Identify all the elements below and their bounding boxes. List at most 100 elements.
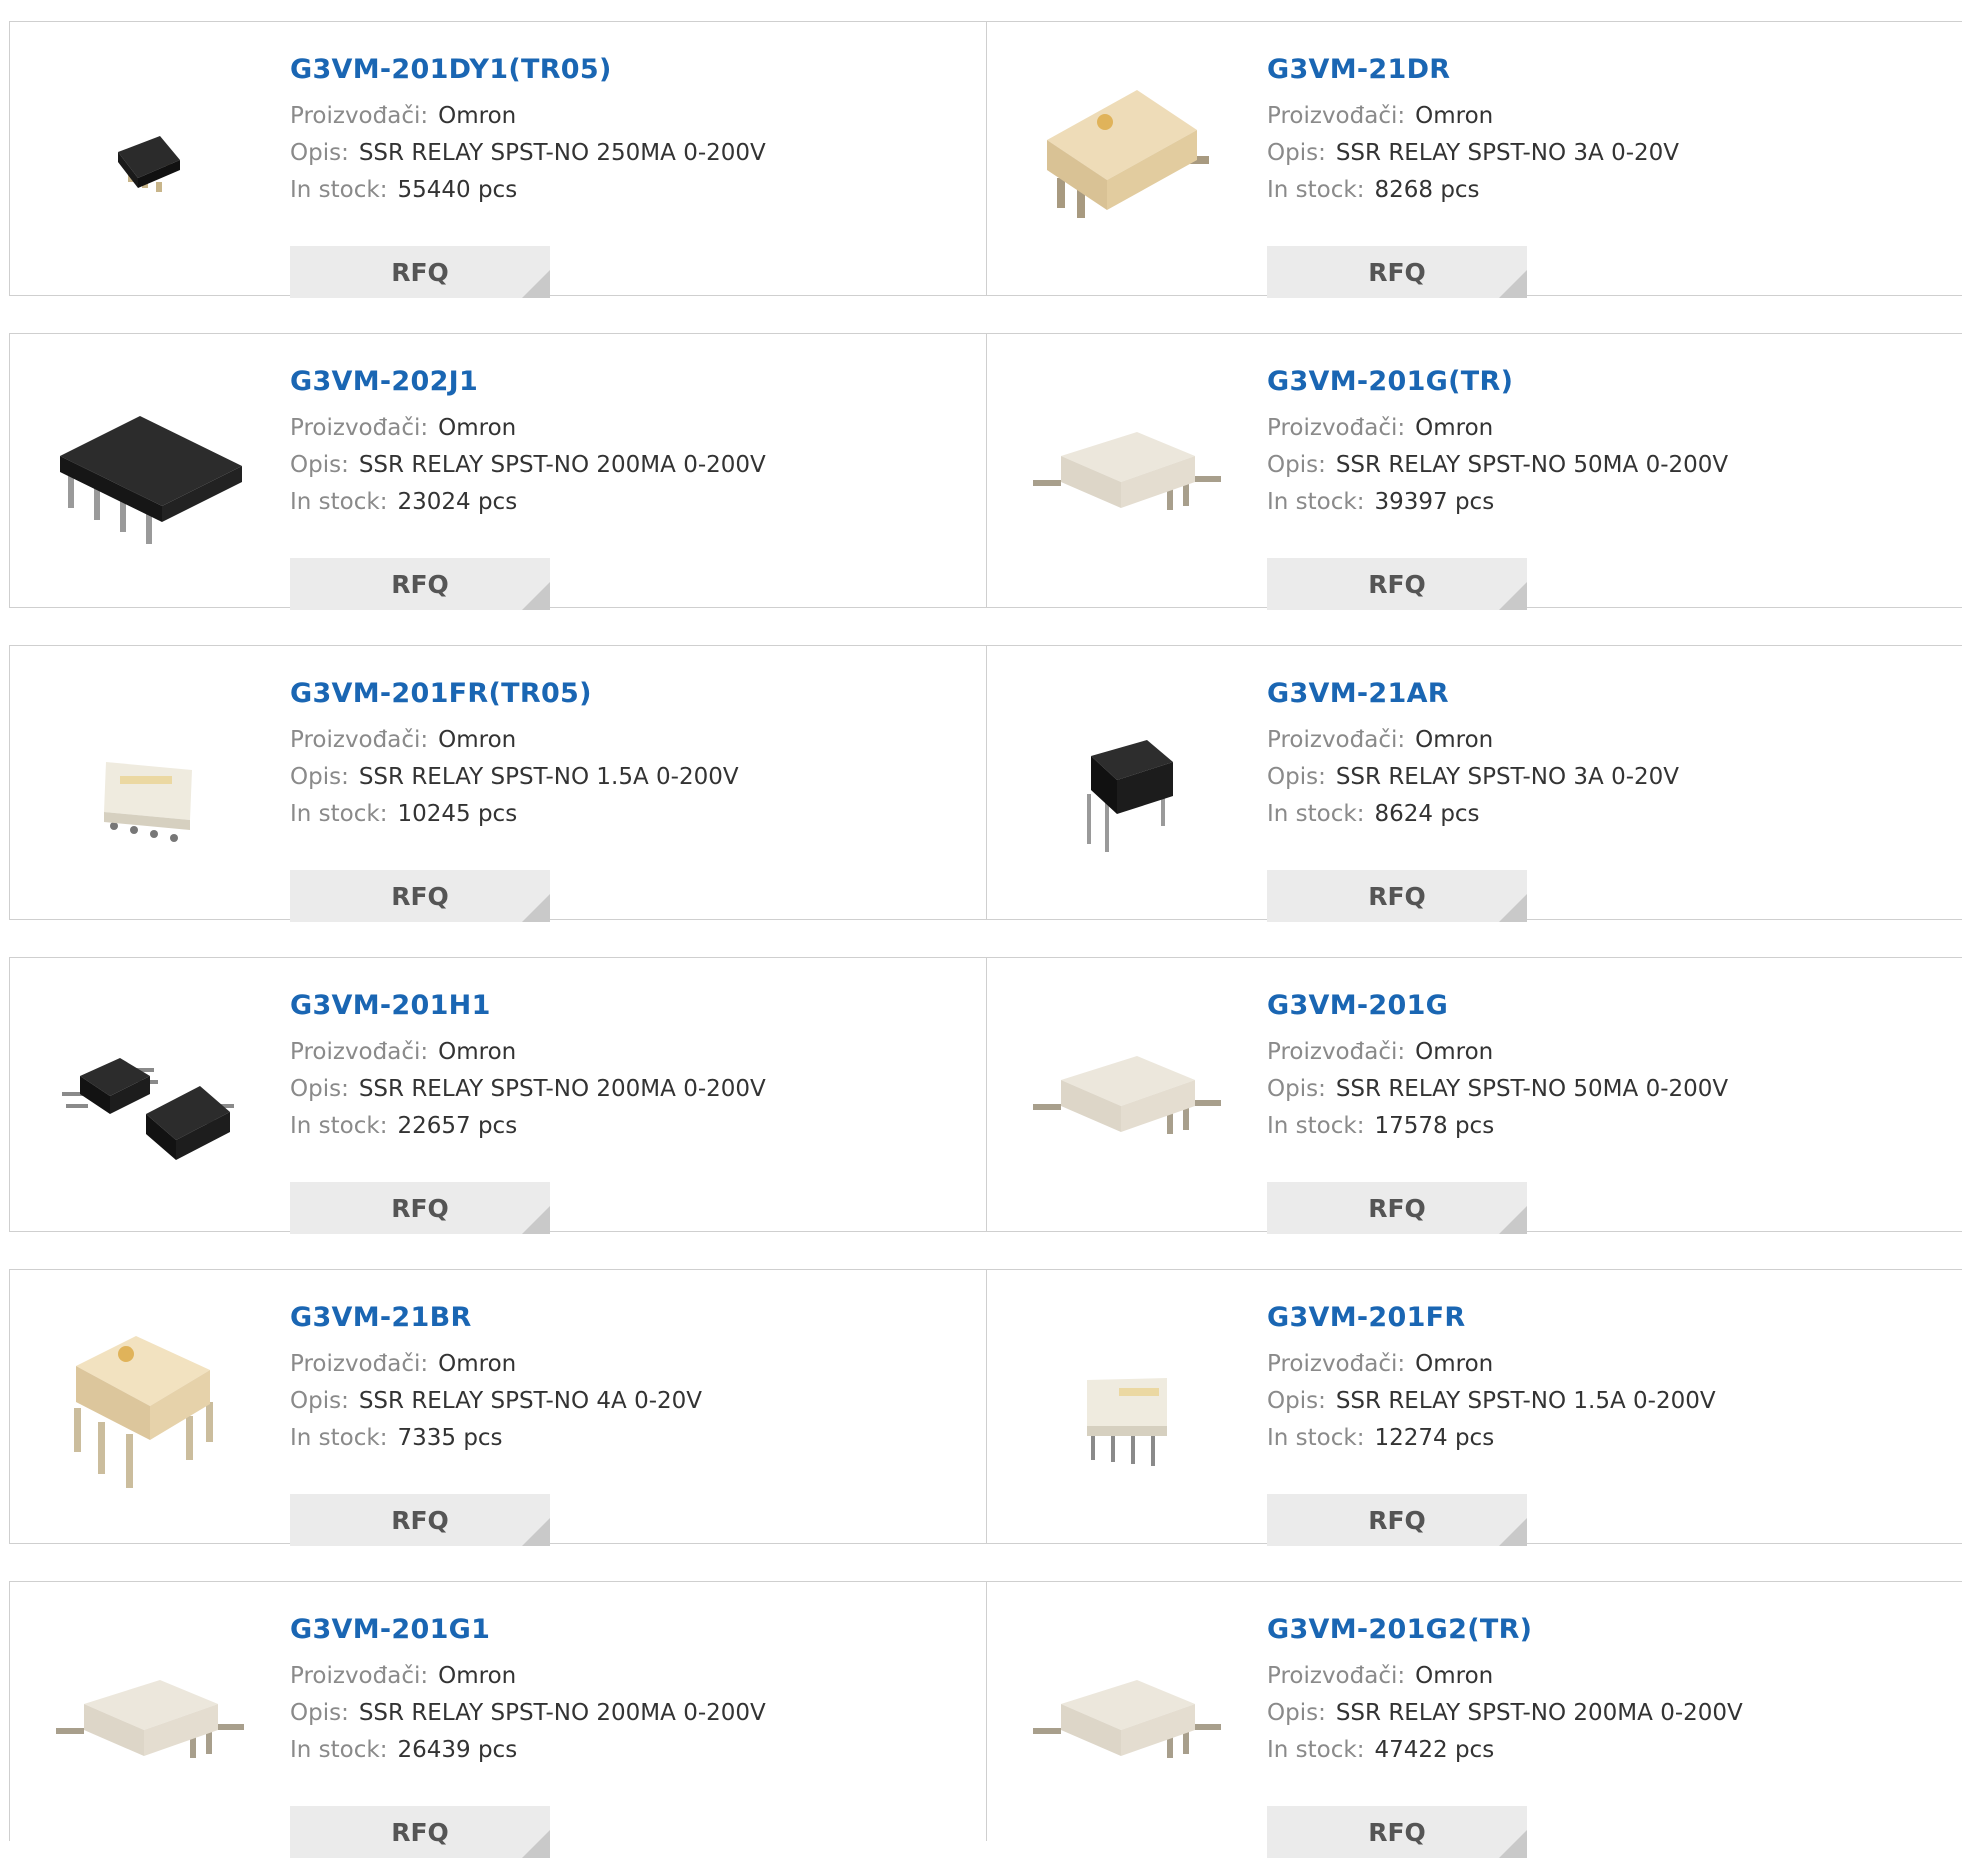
- stock-value: 10245 pcs: [397, 801, 518, 827]
- product-card: G3VM-201FR(TR05) Proizvođači: Omron Opis:…: [10, 646, 986, 922]
- product-image[interactable]: [1027, 372, 1227, 572]
- rfq-label: RFQ: [1368, 1817, 1426, 1847]
- corner-triangle-icon: [522, 1830, 550, 1858]
- rfq-button[interactable]: RFQ: [1267, 558, 1527, 610]
- product-image[interactable]: [1027, 60, 1227, 260]
- corner-triangle-icon: [1499, 1518, 1527, 1546]
- stock-line: In stock: 22657 pcs: [290, 1108, 766, 1145]
- manufacturer-label: Proizvođači:: [1267, 1039, 1406, 1065]
- product-image[interactable]: [50, 1620, 250, 1820]
- product-row: G3VM-202J1 Proizvođači: Omron Opis: SSR RE…: [9, 333, 1962, 610]
- description-label: Opis:: [1267, 140, 1326, 166]
- product-row: G3VM-21BR Proizvođači: Omron Opis: SSR REL…: [9, 1269, 1962, 1546]
- product-image[interactable]: [1027, 1620, 1227, 1820]
- part-number-link[interactable]: G3VM-202J1: [290, 364, 766, 410]
- rfq-button[interactable]: RFQ: [1267, 870, 1527, 922]
- product-image[interactable]: [50, 996, 250, 1196]
- part-number-link[interactable]: G3VM-201G2(TR): [1267, 1612, 1743, 1658]
- corner-triangle-icon: [1499, 894, 1527, 922]
- product-row: G3VM-201H1 Proizvođači: Omron Opis: SSR RE…: [9, 957, 1962, 1234]
- part-number-link[interactable]: G3VM-21BR: [290, 1300, 702, 1346]
- product-card: G3VM-201G(TR) Proizvođači: Omron Opis: SSR…: [986, 334, 1962, 610]
- description-value: SSR RELAY SPST-NO 200MA 0-200V: [358, 452, 766, 478]
- manufacturer-value: Omron: [1415, 103, 1494, 129]
- part-number-link[interactable]: G3VM-201FR: [1267, 1300, 1716, 1346]
- product-row: G3VM-201DY1(TR05) Proizvođači: Omron Opis…: [9, 21, 1962, 298]
- manufacturer-value: Omron: [1415, 1351, 1494, 1377]
- corner-triangle-icon: [522, 582, 550, 610]
- rfq-button[interactable]: RFQ: [290, 1182, 550, 1234]
- stock-value: 8624 pcs: [1374, 801, 1480, 827]
- product-image[interactable]: [1027, 1308, 1227, 1508]
- product-image[interactable]: [50, 1308, 250, 1508]
- rfq-button[interactable]: RFQ: [290, 1494, 550, 1546]
- part-number-link[interactable]: G3VM-201G: [1267, 988, 1728, 1034]
- product-image[interactable]: [1027, 684, 1227, 884]
- product-card: G3VM-21AR Proizvođači: Omron Opis: SSR REL…: [986, 646, 1962, 922]
- manufacturer-value: Omron: [1415, 1663, 1494, 1689]
- stock-label: In stock:: [1267, 1425, 1365, 1451]
- description-line: Opis: SSR RELAY SPST-NO 1.5A 0-200V: [1267, 1383, 1716, 1420]
- description-line: Opis: SSR RELAY SPST-NO 1.5A 0-200V: [290, 759, 739, 796]
- product-image[interactable]: [50, 684, 250, 884]
- stock-line: In stock: 17578 pcs: [1267, 1108, 1728, 1145]
- part-number-link[interactable]: G3VM-21DR: [1267, 52, 1679, 98]
- rfq-button[interactable]: RFQ: [1267, 1806, 1527, 1858]
- product-image[interactable]: [50, 372, 250, 572]
- manufacturer-label: Proizvođači:: [1267, 727, 1406, 753]
- corner-triangle-icon: [1499, 270, 1527, 298]
- product-image[interactable]: [1027, 996, 1227, 1196]
- product-card: G3VM-21DR Proizvođači: Omron Opis: SSR REL…: [986, 22, 1962, 298]
- rfq-label: RFQ: [391, 1505, 449, 1535]
- description-line: Opis: SSR RELAY SPST-NO 250MA 0-200V: [290, 135, 766, 172]
- part-number-link[interactable]: G3VM-201DY1(TR05): [290, 52, 766, 98]
- manufacturer-value: Omron: [1415, 1039, 1494, 1065]
- manufacturer-value: Omron: [438, 727, 517, 753]
- stock-line: In stock: 47422 pcs: [1267, 1732, 1743, 1769]
- rfq-button[interactable]: RFQ: [290, 870, 550, 922]
- part-number-link[interactable]: G3VM-21AR: [1267, 676, 1679, 722]
- manufacturer-value: Omron: [438, 1039, 517, 1065]
- description-value: SSR RELAY SPST-NO 200MA 0-200V: [358, 1076, 766, 1102]
- rfq-button[interactable]: RFQ: [290, 558, 550, 610]
- rfq-button[interactable]: RFQ: [1267, 1182, 1527, 1234]
- description-label: Opis:: [1267, 1700, 1326, 1726]
- manufacturer-line: Proizvođači: Omron: [290, 722, 739, 759]
- description-line: Opis: SSR RELAY SPST-NO 4A 0-20V: [290, 1383, 702, 1420]
- rfq-label: RFQ: [391, 257, 449, 287]
- stock-label: In stock:: [1267, 177, 1365, 203]
- description-line: Opis: SSR RELAY SPST-NO 3A 0-20V: [1267, 759, 1679, 796]
- part-number-link[interactable]: G3VM-201G1: [290, 1612, 766, 1658]
- corner-triangle-icon: [1499, 582, 1527, 610]
- stock-label: In stock:: [290, 177, 388, 203]
- manufacturer-line: Proizvođači: Omron: [1267, 1034, 1728, 1071]
- rfq-label: RFQ: [1368, 881, 1426, 911]
- rfq-button[interactable]: RFQ: [1267, 1494, 1527, 1546]
- stock-line: In stock: 23024 pcs: [290, 484, 766, 521]
- stock-label: In stock:: [290, 1113, 388, 1139]
- manufacturer-label: Proizvođači:: [290, 103, 429, 129]
- description-value: SSR RELAY SPST-NO 3A 0-20V: [1335, 764, 1680, 790]
- description-line: Opis: SSR RELAY SPST-NO 50MA 0-200V: [1267, 447, 1728, 484]
- part-number-link[interactable]: G3VM-201FR(TR05): [290, 676, 739, 722]
- description-label: Opis:: [1267, 452, 1326, 478]
- product-image[interactable]: [50, 60, 250, 260]
- rfq-button[interactable]: RFQ: [290, 1806, 550, 1858]
- manufacturer-line: Proizvođači: Omron: [1267, 410, 1728, 447]
- product-card: G3VM-201G1 Proizvođači: Omron Opis: SSR RE…: [10, 1582, 986, 1858]
- description-value: SSR RELAY SPST-NO 4A 0-20V: [358, 1388, 703, 1414]
- part-number-link[interactable]: G3VM-201G(TR): [1267, 364, 1728, 410]
- stock-line: In stock: 8268 pcs: [1267, 172, 1679, 209]
- product-card: G3VM-201DY1(TR05) Proizvođači: Omron Opis…: [10, 22, 986, 298]
- stock-line: In stock: 10245 pcs: [290, 796, 739, 833]
- description-value: SSR RELAY SPST-NO 1.5A 0-200V: [358, 764, 739, 790]
- stock-value: 47422 pcs: [1374, 1737, 1495, 1763]
- manufacturer-label: Proizvođači:: [290, 727, 429, 753]
- part-number-link[interactable]: G3VM-201H1: [290, 988, 766, 1034]
- description-value: SSR RELAY SPST-NO 3A 0-20V: [1335, 140, 1680, 166]
- rfq-button[interactable]: RFQ: [1267, 246, 1527, 298]
- manufacturer-value: Omron: [1415, 415, 1494, 441]
- rfq-button[interactable]: RFQ: [290, 246, 550, 298]
- stock-value: 23024 pcs: [397, 489, 518, 515]
- product-card: G3VM-201G Proizvođači: Omron Opis: SSR REL…: [986, 958, 1962, 1234]
